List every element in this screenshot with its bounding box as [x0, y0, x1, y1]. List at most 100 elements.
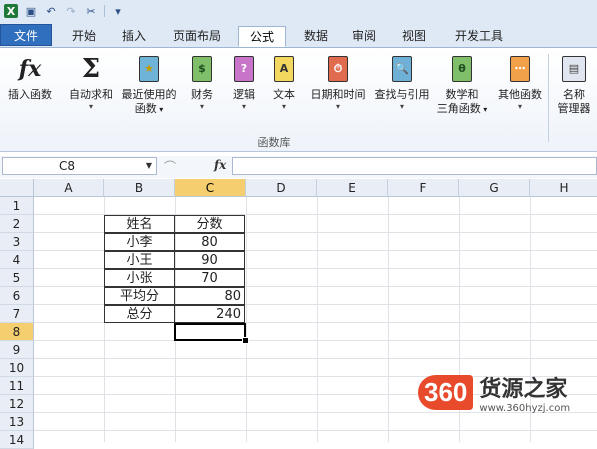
name-manager-label-1: 名称: [563, 88, 585, 101]
financial-book-icon: $: [192, 56, 212, 82]
undo-icon[interactable]: ↶: [44, 4, 58, 18]
row-header-9[interactable]: 9: [0, 341, 34, 359]
tab-home[interactable]: 开始: [62, 26, 106, 47]
row-header-13[interactable]: 13: [0, 413, 34, 431]
cell-b2[interactable]: 姓名: [104, 215, 175, 233]
logical-label: 逻辑: [233, 88, 255, 101]
tab-page-layout[interactable]: 页面布局: [164, 26, 230, 47]
chevron-down-icon: ▾: [199, 102, 204, 111]
ribbon-tabs: 文件 开始 插入 页面布局 公式 数据 审阅 视图 开发工具: [0, 22, 597, 48]
chevron-down-icon[interactable]: ▼: [146, 158, 152, 174]
watermark: 360 货源之家 www.360hyzj.com: [418, 366, 570, 418]
tab-file[interactable]: 文件: [0, 24, 52, 46]
lookup-button[interactable]: 🔍 查找与引用 ▾: [370, 54, 434, 112]
row-header-7[interactable]: 7: [0, 305, 34, 323]
autosum-label: 自动求和: [69, 88, 113, 101]
column-header-c[interactable]: C: [175, 179, 246, 197]
financial-label: 财务: [191, 88, 213, 101]
cell-c3[interactable]: 80: [174, 233, 245, 251]
row-header-4[interactable]: 4: [0, 251, 34, 269]
row-header-5[interactable]: 5: [0, 269, 34, 287]
function-library-group-label: 函数库: [257, 136, 291, 149]
insert-function-label: 插入函数: [8, 88, 52, 101]
cell-b3[interactable]: 小李: [104, 233, 175, 251]
cell-b6[interactable]: 平均分: [104, 287, 175, 305]
watermark-url: www.360hyzj.com: [479, 402, 571, 414]
financial-button[interactable]: $ 财务 ▾: [184, 54, 220, 112]
excel-logo-icon[interactable]: X: [4, 4, 18, 18]
datetime-book-icon: ⏱: [328, 56, 348, 82]
cell-c6[interactable]: 80: [174, 287, 245, 305]
logical-book-icon: ?: [234, 56, 254, 82]
name-manager-button[interactable]: ▤ 名称 管理器: [552, 54, 596, 116]
chevron-down-icon: ▾: [281, 102, 286, 111]
other-functions-button[interactable]: ⋯ 其他函数 ▾: [494, 54, 546, 112]
recent-label-1: 最近使用的: [121, 88, 177, 101]
row-header-11[interactable]: 11: [0, 377, 34, 395]
fx-icon[interactable]: fx: [214, 158, 226, 172]
recent-label-2: 函数: [134, 102, 157, 115]
fill-handle[interactable]: [242, 337, 249, 344]
row-header-12[interactable]: 12: [0, 395, 34, 413]
math-label-1: 数学和: [445, 88, 479, 101]
text-book-icon: A: [274, 56, 294, 82]
column-header-e[interactable]: E: [317, 179, 388, 197]
logical-button[interactable]: ? 逻辑 ▾: [226, 54, 262, 112]
row-header-1[interactable]: 1: [0, 197, 34, 215]
watermark-title: 货源之家: [479, 376, 568, 402]
cell-b4[interactable]: 小王: [104, 251, 175, 269]
row-header-6[interactable]: 6: [0, 287, 34, 305]
cell-c2[interactable]: 分数: [174, 215, 245, 233]
group-separator: [548, 54, 549, 142]
datetime-button[interactable]: ⏱ 日期和时间 ▾: [306, 54, 370, 112]
formula-input[interactable]: [232, 157, 597, 175]
datetime-label: 日期和时间: [310, 88, 366, 101]
quick-access-toolbar: X ▣ ↶ ↷ ✂ ▾: [0, 0, 597, 22]
other-book-icon: ⋯: [510, 56, 530, 82]
redo-icon[interactable]: ↷: [64, 4, 78, 18]
row-header-3[interactable]: 3: [0, 233, 34, 251]
lookup-book-icon: 🔍: [392, 56, 412, 82]
save-icon[interactable]: ▣: [24, 4, 38, 18]
tab-developer[interactable]: 开发工具: [446, 26, 512, 47]
tab-data[interactable]: 数据: [294, 26, 338, 47]
column-header-d[interactable]: D: [246, 179, 317, 197]
star-book-icon: ★: [139, 56, 159, 82]
cell-c4[interactable]: 90: [174, 251, 245, 269]
text-label: 文本: [273, 88, 295, 101]
column-header-g[interactable]: G: [459, 179, 530, 197]
formula-bar-handle[interactable]: ⌒: [164, 158, 176, 175]
row-header-2[interactable]: 2: [0, 215, 34, 233]
tab-review[interactable]: 审阅: [342, 26, 386, 47]
name-box[interactable]: C8 ▼: [2, 157, 157, 175]
row-header-14[interactable]: 14: [0, 431, 34, 449]
column-header-h[interactable]: H: [530, 179, 597, 197]
cell-c7[interactable]: 240: [174, 305, 245, 323]
name-manager-label-2: 管理器: [557, 102, 591, 115]
tab-view[interactable]: 视图: [392, 26, 436, 47]
cell-b7[interactable]: 总分: [104, 305, 175, 323]
column-header-b[interactable]: B: [104, 179, 175, 197]
chevron-down-icon: ▾: [241, 102, 246, 111]
qat-more-icon[interactable]: ▾: [111, 4, 125, 18]
tab-insert[interactable]: 插入: [112, 26, 156, 47]
recent-functions-button[interactable]: ★ 最近使用的 函数 ▾: [118, 54, 180, 117]
chevron-down-icon: ▾: [517, 102, 522, 111]
customize-icon[interactable]: ✂: [84, 4, 98, 18]
insert-function-button[interactable]: fx 插入函数: [2, 54, 58, 102]
row-header-8[interactable]: 8: [0, 323, 34, 341]
cell-c5[interactable]: 70: [174, 269, 245, 287]
text-button[interactable]: A 文本 ▾: [266, 54, 302, 112]
math-book-icon: θ: [452, 56, 472, 82]
cell-b5[interactable]: 小张: [104, 269, 175, 287]
qat-separator: [104, 5, 105, 17]
math-trig-button[interactable]: θ 数学和 三角函数 ▾: [434, 54, 490, 117]
fx-icon: fx: [18, 56, 42, 82]
row-header-10[interactable]: 10: [0, 359, 34, 377]
column-header-f[interactable]: F: [388, 179, 459, 197]
autosum-button[interactable]: Σ 自动求和 ▾: [62, 54, 120, 112]
active-cell-c8[interactable]: [174, 323, 246, 341]
select-all-corner[interactable]: [0, 179, 34, 197]
column-header-a[interactable]: A: [34, 179, 104, 197]
tab-formulas[interactable]: 公式: [238, 26, 286, 47]
